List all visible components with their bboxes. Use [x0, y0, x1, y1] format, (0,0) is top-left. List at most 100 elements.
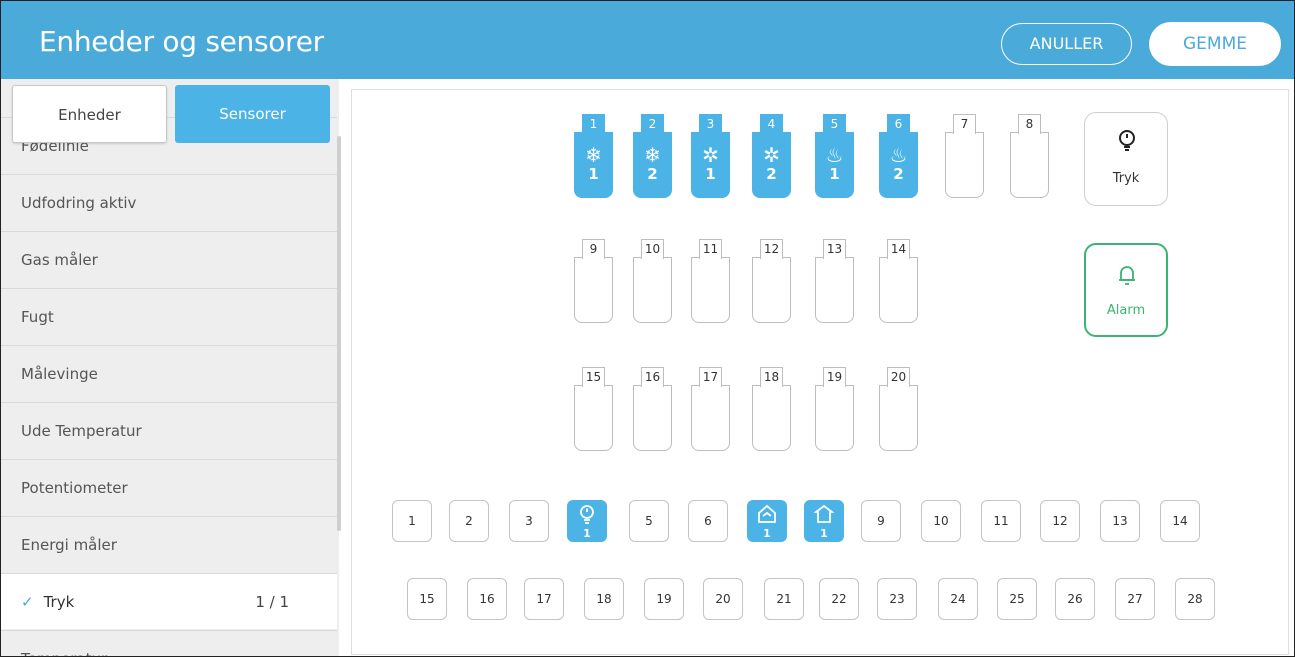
cancel-button[interactable]: ANULLER: [1001, 23, 1132, 65]
device-map-panel: Tryk Alarm 1 ❄ 1 2 ❄ 2 3 ✲ 1 4 ✲ 2 5 ♨ 1 6 ♨ 2 7 8 9 10 11 12 13…: [351, 89, 1289, 655]
relay-device-index: 2: [647, 165, 658, 183]
analog-input[interactable]: 3: [509, 500, 549, 542]
analog-input[interactable]: 20: [703, 578, 743, 620]
relay-slot[interactable]: 8: [1010, 110, 1049, 200]
relay-slot[interactable]: 16: [633, 363, 672, 453]
relay-slot-body: [879, 385, 918, 451]
sidebar-scrollbar[interactable]: [337, 136, 341, 531]
header-bar: Enheder og sensorer ANULLER GEMME: [1, 1, 1294, 79]
relay-slot[interactable]: 6 ♨ 2: [879, 110, 918, 200]
analog-input[interactable]: 16: [467, 578, 507, 620]
analog-input[interactable]: 26: [1055, 578, 1095, 620]
sidebar-item[interactable]: Udfodring aktiv: [1, 174, 337, 230]
tab-sensors[interactable]: Sensorer: [175, 85, 330, 143]
house-icon: [748, 504, 786, 527]
relay-slot[interactable]: 5 ♨ 1: [815, 110, 854, 200]
relay-slot-number: 2: [641, 114, 664, 134]
relay-slot-number: 15: [582, 367, 605, 387]
analog-input[interactable]: 6: [688, 500, 728, 542]
fan-icon: ✲: [763, 145, 780, 167]
relay-slot-body: [691, 385, 730, 451]
relay-slot[interactable]: 19: [815, 363, 854, 453]
check-icon: ✓: [21, 593, 34, 611]
relay-slot[interactable]: 10: [633, 235, 672, 325]
analog-input[interactable]: 2: [449, 500, 489, 542]
relay-slot-body: [633, 385, 672, 451]
relay-slot-number: 11: [699, 239, 722, 259]
tab-units[interactable]: Enheder: [12, 85, 167, 143]
relay-slot-body: [815, 257, 854, 323]
analog-input[interactable]: 18: [584, 578, 624, 620]
relay-slot-body: [815, 385, 854, 451]
relay-slot[interactable]: 2 ❄ 2: [633, 110, 672, 200]
sidebar-item-label: Gas måler: [21, 251, 98, 269]
analog-input[interactable]: 17: [524, 578, 564, 620]
relay-slot[interactable]: 17: [691, 363, 730, 453]
relay-device-index: 1: [829, 165, 840, 183]
analog-input[interactable]: 1: [804, 500, 844, 542]
pressure-sensor-icon: [1119, 130, 1135, 151]
save-button[interactable]: GEMME: [1149, 22, 1281, 66]
analog-input[interactable]: 1: [567, 500, 607, 542]
analog-input[interactable]: 11: [981, 500, 1021, 542]
analog-input[interactable]: 9: [861, 500, 901, 542]
relay-slot[interactable]: 7: [945, 110, 984, 200]
relay-slot-number: 9: [582, 239, 605, 259]
analog-input[interactable]: 12: [1040, 500, 1080, 542]
snowflake-icon: ❄: [644, 145, 661, 167]
relay-slot-number: 14: [887, 239, 910, 259]
sidebar-item[interactable]: ✓ Tryk 1 / 1: [1, 573, 337, 629]
analog-input[interactable]: 21: [764, 578, 804, 620]
sidebar-item-label: Fugt: [21, 308, 54, 326]
analog-input[interactable]: 5: [629, 500, 669, 542]
relay-slot-number: 19: [823, 367, 846, 387]
pressure-sensor-icon: [568, 504, 606, 529]
analog-input[interactable]: 15: [407, 578, 447, 620]
analog-input[interactable]: 27: [1115, 578, 1155, 620]
analog-input[interactable]: 10: [921, 500, 961, 542]
analog-input[interactable]: 1: [392, 500, 432, 542]
relay-slot-body: [574, 257, 613, 323]
relay-slot-body: [945, 132, 984, 198]
sidebar-item-label: Ude Temperatur: [21, 422, 142, 440]
analog-input-index: 1: [583, 527, 591, 540]
relay-slot-number: 20: [887, 367, 910, 387]
relay-slot[interactable]: 1 ❄ 1: [574, 110, 613, 200]
analog-input[interactable]: 1: [747, 500, 787, 542]
analog-input[interactable]: 28: [1175, 578, 1215, 620]
pressure-card[interactable]: Tryk: [1084, 112, 1168, 206]
relay-slot[interactable]: 18: [752, 363, 791, 453]
analog-input[interactable]: 13: [1100, 500, 1140, 542]
relay-slot[interactable]: 3 ✲ 1: [691, 110, 730, 200]
analog-input[interactable]: 23: [877, 578, 917, 620]
analog-input[interactable]: 25: [997, 578, 1037, 620]
alarm-card[interactable]: Alarm: [1084, 243, 1168, 337]
relay-slot[interactable]: 12: [752, 235, 791, 325]
relay-slot[interactable]: 13: [815, 235, 854, 325]
sidebar-item-label: Målevinge: [21, 365, 98, 383]
alarm-card-label: Alarm: [1106, 303, 1146, 318]
relay-slot[interactable]: 4 ✲ 2: [752, 110, 791, 200]
relay-slot[interactable]: 14: [879, 235, 918, 325]
sidebar-item[interactable]: Målevinge: [1, 345, 337, 401]
relay-slot[interactable]: 15: [574, 363, 613, 453]
relay-slot[interactable]: 20: [879, 363, 918, 453]
relay-slot-body: [1010, 132, 1049, 198]
relay-slot[interactable]: 11: [691, 235, 730, 325]
analog-input[interactable]: 19: [644, 578, 684, 620]
sidebar-item[interactable]: Energi måler: [1, 516, 337, 572]
sidebar-item[interactable]: Fugt: [1, 288, 337, 344]
analog-input[interactable]: 14: [1160, 500, 1200, 542]
sidebar-item[interactable]: Potentiometer: [1, 459, 337, 515]
analog-input[interactable]: 24: [938, 578, 978, 620]
sidebar-item[interactable]: Ude Temperatur: [1, 402, 337, 458]
sidebar-item[interactable]: Gas måler: [1, 231, 337, 287]
relay-slot-number: 7: [953, 114, 976, 134]
relay-slot-body: [752, 385, 791, 451]
relay-slot-body: [633, 257, 672, 323]
relay-device-index: 1: [705, 165, 716, 183]
analog-input-index: 1: [820, 527, 828, 540]
relay-slot[interactable]: 9: [574, 235, 613, 325]
analog-input[interactable]: 22: [819, 578, 859, 620]
sidebar-item[interactable]: Temperatur: [1, 630, 337, 656]
